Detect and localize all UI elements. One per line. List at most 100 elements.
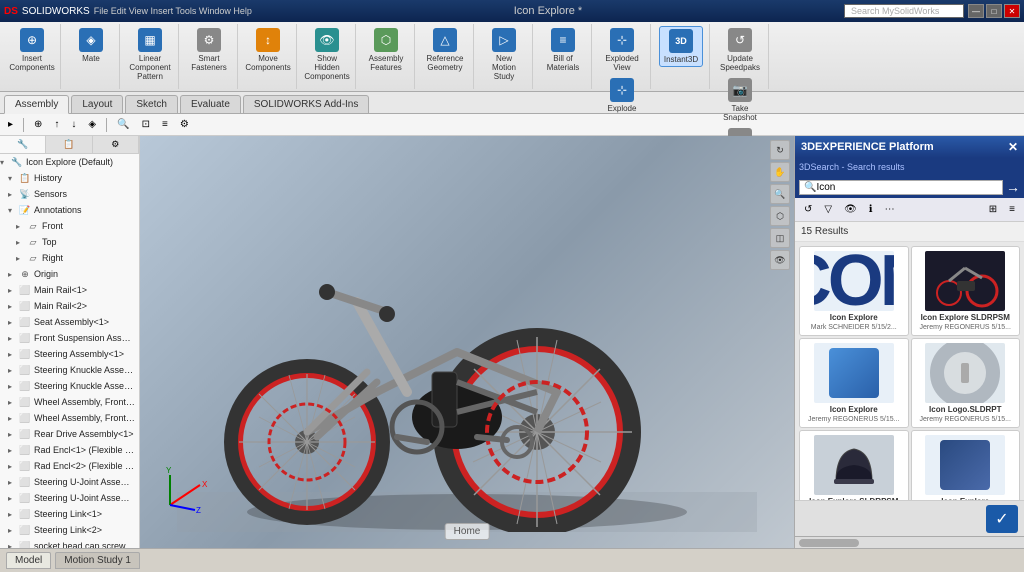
minimize-btn[interactable]: — — [968, 4, 984, 18]
tree-item-24[interactable]: ▸⬜socket head cap screw_am<1> — [0, 538, 139, 548]
result-card-5[interactable]: Icon Explore SLDRPSM Mark SCHNEIDER 5/15… — [799, 430, 909, 500]
tab-assembly[interactable]: Assembly — [4, 95, 69, 114]
hide-show-btn[interactable]: 👁 — [770, 250, 790, 270]
hscroll-thumb[interactable] — [799, 539, 859, 547]
tree-item-15[interactable]: ▸⬜Wheel Assembly, Front Left<2> — [0, 394, 139, 410]
panel-close-btn[interactable]: ✕ — [1008, 140, 1018, 154]
tree-item-5[interactable]: ▸▱Top — [0, 234, 139, 250]
panel-info-btn[interactable]: ℹ — [864, 201, 878, 218]
pan-btn[interactable]: ✋ — [770, 162, 790, 182]
sec-btn-9[interactable]: ⚙ — [176, 117, 193, 132]
tree-item-16[interactable]: ▸⬜Wheel Assembly, Front Right<2> — [0, 410, 139, 426]
sec-btn-8[interactable]: ≡ — [158, 117, 172, 132]
tab-evaluate[interactable]: Evaluate — [180, 95, 241, 113]
ribbon-group-linear: ▦ Linear ComponentPattern — [122, 24, 179, 89]
instant3d-btn[interactable]: 3D Instant3D — [659, 26, 703, 67]
tree-item-18[interactable]: ▸⬜Rad Encl<1> (Flexible Cage) — [0, 442, 139, 458]
rotate-btn[interactable]: ↻ — [770, 140, 790, 160]
result-title-3: Icon Explore — [804, 405, 904, 414]
search-input-container[interactable]: 🔍 — [799, 180, 1003, 195]
instant3d-icon: 3D — [669, 29, 693, 53]
search-input[interactable] — [816, 182, 916, 193]
tab-sketch[interactable]: Sketch — [125, 95, 178, 113]
panel-view-btn[interactable]: 👁 — [839, 201, 862, 218]
panel-refresh-btn[interactable]: ↺ — [799, 201, 817, 218]
assembly-features-btn[interactable]: ⬡ AssemblyFeatures — [364, 26, 408, 74]
exploded-view-btn[interactable]: ⊹ ExplodedView — [600, 26, 644, 74]
tree-item-12[interactable]: ▸⬜Steering Assembly<1> — [0, 346, 139, 362]
sec-btn-1[interactable]: ▸ — [4, 117, 17, 132]
tree-item-22[interactable]: ▸⬜Steering Link<1> — [0, 506, 139, 522]
snapshot-btn[interactable]: 📷 TakeSnapshot — [718, 76, 762, 124]
tree-item-4[interactable]: ▸▱Front — [0, 218, 139, 234]
search-box[interactable]: Search MySolidWorks — [844, 4, 964, 18]
result-card-6[interactable]: Icon Explore Mark SCHNEIDER 5/152... — [911, 430, 1021, 500]
tree-item-9[interactable]: ▸⬜Main Rail<2> — [0, 298, 139, 314]
viewport[interactable]: ↻ ✋ 🔍 ⬡ ◫ 👁 X Y Z Home — [140, 136, 794, 548]
view-selector-btn[interactable]: ⬡ — [770, 206, 790, 226]
tree-item-3[interactable]: ▾📝Annotations — [0, 202, 139, 218]
ribbon-group-reference: △ ReferenceGeometry — [417, 24, 474, 89]
svg-text:X: X — [202, 480, 208, 489]
tree-item-11[interactable]: ▸⬜Front Suspension Assembly<1> — [0, 330, 139, 346]
tree-item-0[interactable]: ▾🔧Icon Explore (Default) — [0, 154, 139, 170]
result-card-3[interactable]: Icon Explore Jeremy REGONERUS 5/15... — [799, 338, 909, 428]
insert-components-btn[interactable]: ⊕ InsertComponents — [10, 26, 54, 74]
sidebar-tab-properties[interactable]: 📋 — [46, 136, 92, 153]
tree-item-8[interactable]: ▸⬜Main Rail<1> — [0, 282, 139, 298]
tree-item-23[interactable]: ▸⬜Steering Link<2> — [0, 522, 139, 538]
display-style-btn[interactable]: ◫ — [770, 228, 790, 248]
model-tab[interactable]: Model — [6, 552, 51, 569]
tree-item-2[interactable]: ▸📡Sensors — [0, 186, 139, 202]
tree-item-1[interactable]: ▾📋History — [0, 170, 139, 186]
ribbon-group-motion: ▷ NewMotion Study — [476, 24, 533, 89]
result-card-4[interactable]: Icon Logo.SLDRPT Jeremy REGONERUS 5/15..… — [911, 338, 1021, 428]
panel-list-btn[interactable]: ≡ — [1004, 201, 1020, 218]
new-motion-btn[interactable]: ▷ NewMotion Study — [482, 26, 526, 83]
tree-item-14[interactable]: ▸⬜Steering Knuckle Assembly, RH<1> d — [0, 378, 139, 394]
close-btn[interactable]: ✕ — [1004, 4, 1020, 18]
tree-item-20[interactable]: ▸⬜Steering U-Joint Assembly<1> — [0, 474, 139, 490]
panel-more-btn[interactable]: ⋯ — [880, 201, 900, 218]
result-card-2[interactable]: Icon Explore SLDRPSM Jeremy REGONERUS 5/… — [911, 246, 1021, 336]
motion-study-tab[interactable]: Motion Study 1 — [55, 552, 140, 569]
linear-component-btn[interactable]: ▦ Linear ComponentPattern — [128, 26, 172, 83]
explode-btn[interactable]: ⊹ Explode — [600, 76, 644, 115]
result-author-2: Jeremy REGONERUS 5/15... — [916, 324, 1016, 331]
sec-btn-3[interactable]: ↑ — [50, 117, 63, 132]
sidebar-tab-featuretree[interactable]: 🔧 — [0, 136, 46, 153]
sec-btn-2[interactable]: ⊕ — [30, 117, 46, 132]
tree-item-13[interactable]: ▸⬜Steering Knuckle Assembly, LH<1> D — [0, 362, 139, 378]
search-submit-btn[interactable]: → — [1006, 179, 1020, 195]
sec-btn-5[interactable]: ◈ — [84, 117, 100, 132]
panel-horizontal-scrollbar[interactable] — [795, 536, 1024, 548]
window-controls[interactable]: — □ ✕ — [968, 4, 1020, 18]
move-components-btn[interactable]: ↕ MoveComponents — [246, 26, 290, 74]
panel-confirm-btn[interactable]: ✓ — [986, 505, 1018, 533]
tree-item-10[interactable]: ▸⬜Seat Assembly<1> — [0, 314, 139, 330]
result-card-1[interactable]: CON Icon Explore Mark SCHNEIDER 5/15/2..… — [799, 246, 909, 336]
tree-item-7[interactable]: ▸⊕Origin — [0, 266, 139, 282]
secondary-toolbar: ▸ ⊕ ↑ ↓ ◈ 🔍 ⊡ ≡ ⚙ — [0, 114, 1024, 136]
sec-btn-7[interactable]: ⊡ — [138, 117, 154, 132]
update-speedpaks-btn[interactable]: ↺ UpdateSpeedpaks — [718, 26, 762, 74]
panel-title: 3DEXPERIENCE Platform — [801, 141, 934, 153]
show-hidden-btn[interactable]: 👁 Show HiddenComponents — [305, 26, 349, 83]
tree-item-19[interactable]: ▸⬜Rad Encl<2> (Flexible Cage) — [0, 458, 139, 474]
bom-btn[interactable]: ≡ Bill ofMaterials — [541, 26, 585, 74]
tree-item-6[interactable]: ▸▱Right — [0, 250, 139, 266]
zoom-btn[interactable]: 🔍 — [770, 184, 790, 204]
mate-btn[interactable]: ◈ Mate — [69, 26, 113, 65]
restore-btn[interactable]: □ — [986, 4, 1002, 18]
tree-item-21[interactable]: ▸⬜Steering U-Joint Assembly<2> — [0, 490, 139, 506]
panel-filter-btn[interactable]: ▽ — [819, 201, 837, 218]
sec-btn-4[interactable]: ↓ — [67, 117, 80, 132]
tab-layout[interactable]: Layout — [71, 95, 123, 113]
tab-addins[interactable]: SOLIDWORKS Add-Ins — [243, 95, 369, 113]
reference-geometry-btn[interactable]: △ ReferenceGeometry — [423, 26, 467, 74]
tree-item-17[interactable]: ▸⬜Rear Drive Assembly<1> — [0, 426, 139, 442]
sidebar-tab-config[interactable]: ⚙ — [93, 136, 139, 153]
panel-grid-btn[interactable]: ⊞ — [984, 201, 1002, 218]
sec-btn-6[interactable]: 🔍 — [113, 117, 133, 132]
smart-fasteners-btn[interactable]: ⚙ SmartFasteners — [187, 26, 231, 74]
